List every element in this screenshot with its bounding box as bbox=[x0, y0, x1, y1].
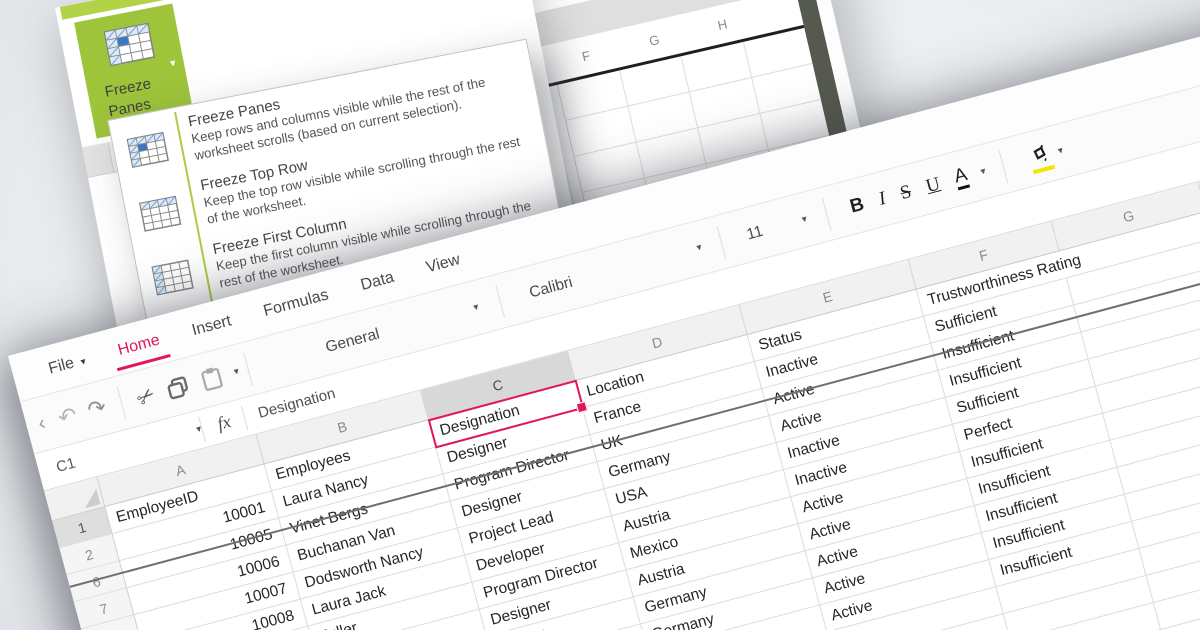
paint-bucket-icon bbox=[1033, 144, 1047, 162]
font-size-select[interactable]: 11 ▾ bbox=[745, 210, 810, 243]
tab-view[interactable]: View bbox=[421, 246, 465, 281]
mini-select-all-corner bbox=[82, 142, 115, 177]
freeze-panes-icon bbox=[103, 22, 156, 71]
strikethrough-button[interactable]: S bbox=[898, 181, 914, 205]
fill-color-swatch bbox=[1033, 164, 1056, 175]
cut-icon[interactable]: ✂ bbox=[131, 382, 160, 412]
freeze-first-column-icon bbox=[151, 259, 197, 301]
bold-button[interactable]: B bbox=[848, 193, 867, 218]
redo-icon[interactable]: ↷ bbox=[85, 395, 109, 424]
tab-label: View bbox=[424, 250, 462, 276]
freeze-panes-icon bbox=[126, 131, 172, 173]
chevron-down-icon: ▾ bbox=[79, 355, 88, 368]
tab-file[interactable]: File ▾ bbox=[44, 347, 91, 383]
paste-icon[interactable] bbox=[199, 365, 224, 392]
cell-reference: C1 bbox=[54, 454, 78, 476]
tab-label: Data bbox=[358, 268, 396, 294]
tab-formulas[interactable]: Formulas bbox=[258, 281, 333, 324]
fill-color-button[interactable] bbox=[1026, 141, 1056, 175]
fill-color-dropdown-icon[interactable]: ▾ bbox=[1057, 145, 1065, 157]
tab-label: Insert bbox=[189, 311, 234, 339]
collapse-toolbar-icon[interactable]: ‹ bbox=[36, 412, 48, 436]
chevron-down-icon: ▾ bbox=[472, 301, 480, 314]
toolbar-divider bbox=[998, 149, 1009, 183]
font-color-button[interactable]: A bbox=[952, 164, 971, 191]
cell-value: USA bbox=[613, 483, 649, 509]
freeze-top-row-icon bbox=[139, 195, 185, 237]
font-color-dropdown-icon[interactable]: ▾ bbox=[979, 166, 987, 178]
paste-dropdown-icon[interactable]: ▾ bbox=[233, 366, 241, 378]
tab-insert[interactable]: Insert bbox=[187, 308, 236, 345]
tab-label: Formulas bbox=[261, 285, 331, 320]
toolbar-divider bbox=[716, 225, 727, 259]
undo-icon[interactable]: ↶ bbox=[56, 403, 80, 432]
tab-data[interactable]: Data bbox=[356, 264, 399, 299]
font-name-value: Calibri bbox=[527, 273, 575, 302]
tab-label: File bbox=[46, 354, 76, 378]
toolbar-divider bbox=[243, 352, 254, 386]
toolbar-divider bbox=[116, 386, 126, 420]
font-size-value: 11 bbox=[744, 222, 765, 243]
hero-canvas: FGH A ▾ Freeze Panes Freeze PanesKeep ro… bbox=[0, 0, 1200, 630]
fx-icon: fx bbox=[215, 411, 233, 434]
copy-icon[interactable] bbox=[165, 374, 192, 401]
cell-value: 10008 bbox=[250, 607, 297, 630]
number-format-value: General bbox=[323, 324, 382, 356]
chevron-down-icon: ▾ bbox=[695, 241, 704, 254]
toolbar-divider bbox=[821, 197, 832, 231]
formula-bar-divider bbox=[240, 404, 249, 431]
tab-label: Home bbox=[115, 331, 162, 359]
chevron-down-icon: ▾ bbox=[168, 56, 177, 70]
toolbar-divider bbox=[495, 284, 506, 318]
italic-button[interactable]: I bbox=[876, 187, 888, 210]
tab-home[interactable]: Home bbox=[113, 327, 165, 364]
chevron-down-icon: ▾ bbox=[800, 213, 809, 226]
underline-button[interactable]: U bbox=[924, 173, 943, 198]
